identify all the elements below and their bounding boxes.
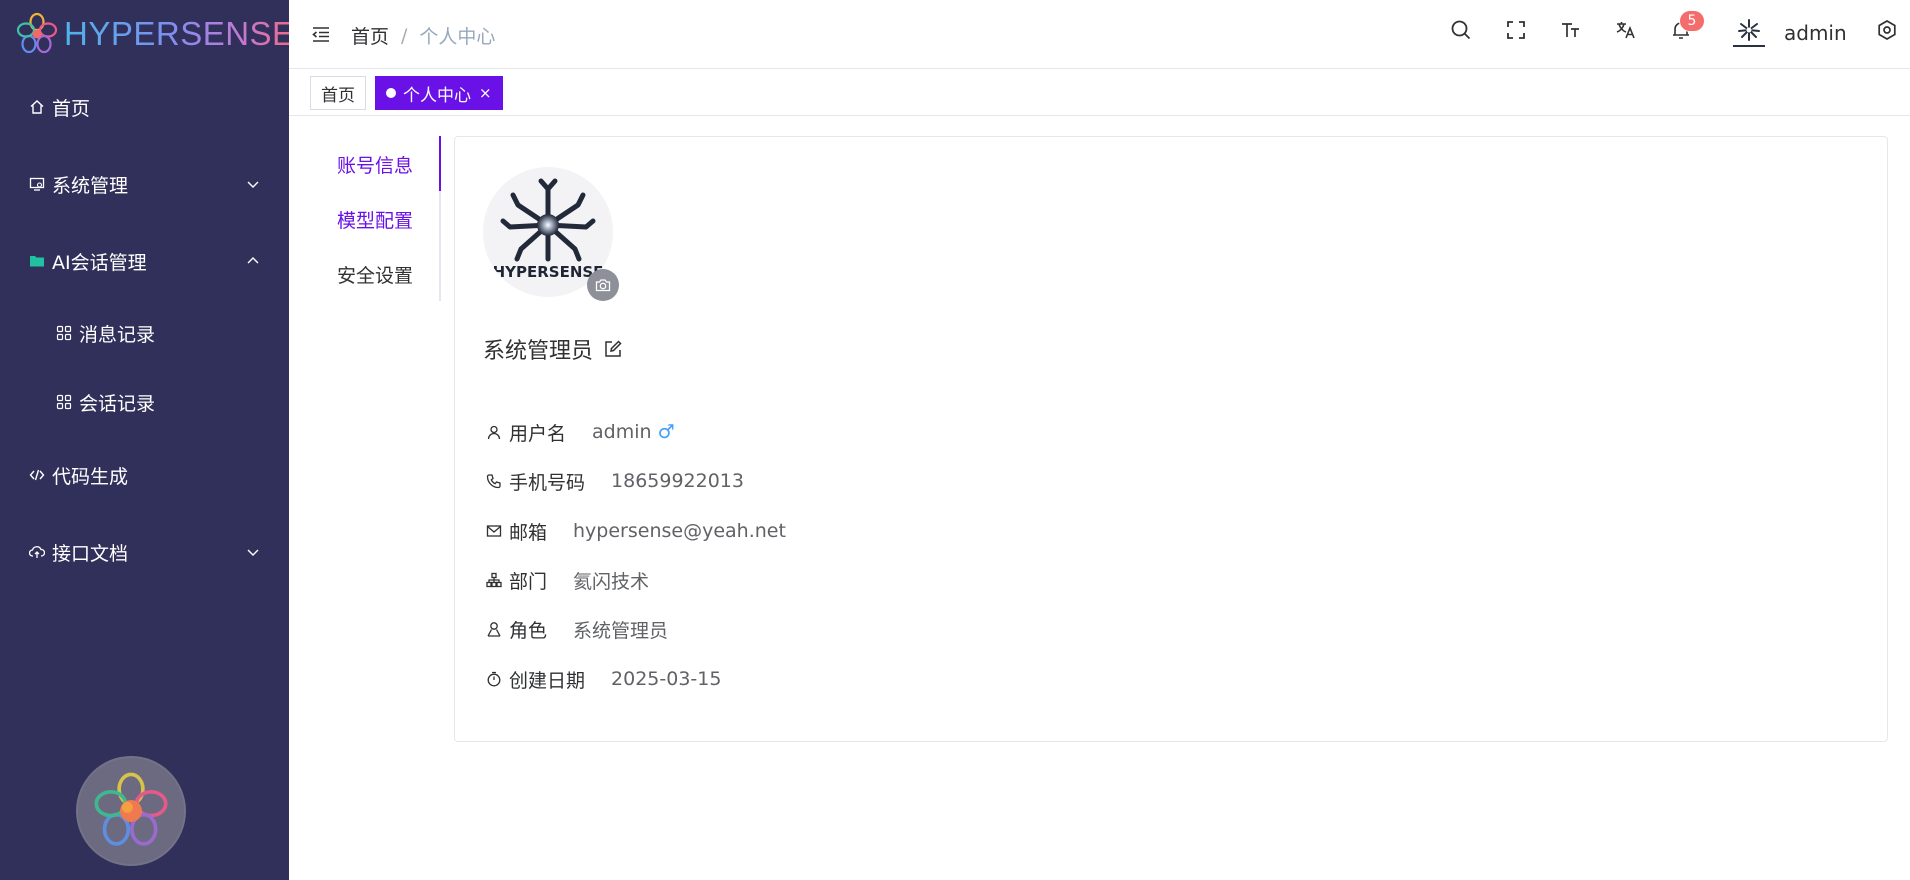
tab-account-info[interactable]: 账号信息 <box>337 139 413 189</box>
info-row-email: 邮箱 hypersense@yeah.net <box>485 516 786 546</box>
font-size-icon[interactable] <box>1559 18 1583 42</box>
field-label: 部门 <box>509 570 548 593</box>
tag-profile[interactable]: 个人中心 × <box>375 76 503 110</box>
nickname: 系统管理员 <box>483 333 623 365</box>
sidebar-item-label: 系统管理 <box>52 174 129 197</box>
field-label: 邮箱 <box>509 521 548 544</box>
breadcrumb: 首页 / 个人中心 <box>351 22 495 49</box>
chevron-down-icon <box>247 181 259 188</box>
tags-view: 首页 个人中心 × <box>289 68 1910 116</box>
sidebar-item-label: 首页 <box>52 97 91 120</box>
info-row-created-date: 创建日期 2025-03-15 <box>485 664 721 694</box>
field-value: 氦闪技术 <box>573 570 650 593</box>
edit-icon[interactable] <box>603 339 623 359</box>
org-icon <box>485 571 503 589</box>
folder-icon <box>28 252 46 270</box>
grid-icon <box>55 393 73 411</box>
camera-icon <box>595 279 611 292</box>
sidebar-item-label: 代码生成 <box>52 465 129 488</box>
info-row-username: 用户名 admin ♂ <box>485 417 675 447</box>
sidebar-item-home[interactable]: 首页 <box>0 79 289 135</box>
fullscreen-icon[interactable] <box>1504 18 1528 42</box>
home-icon <box>28 98 46 116</box>
profile-card: HYPERSENSE 系统管理员 用户名 admin ♂ 手机号码 186599… <box>454 136 1888 742</box>
sidebar-item-label: AI会话管理 <box>52 251 147 274</box>
brand-logo[interactable]: HYPERSENSE <box>14 12 295 56</box>
field-value: 18659922013 <box>611 470 744 492</box>
avatar-text: HYPERSENSE <box>493 263 604 281</box>
hypersense-avatar-icon <box>1733 19 1765 47</box>
sidebar-item-label: 接口文档 <box>52 542 129 565</box>
sidebar-item-session-records[interactable]: 会话记录 <box>0 374 289 430</box>
collapse-menu-icon[interactable] <box>311 24 331 44</box>
field-value: 2025-03-15 <box>611 668 722 690</box>
settings-icon[interactable] <box>1875 18 1899 42</box>
sidebar-item-label: 消息记录 <box>79 323 156 346</box>
tag-label: 首页 <box>321 85 355 106</box>
flower-logo-icon <box>94 772 168 846</box>
search-icon[interactable] <box>1449 18 1473 42</box>
grid-icon <box>55 324 73 342</box>
breadcrumb-separator: / <box>401 24 408 47</box>
sidebar-item-codegen[interactable]: 代码生成 <box>0 447 289 503</box>
sidebar-item-label: 会话记录 <box>79 392 156 415</box>
chevron-down-icon <box>247 549 259 556</box>
tab-security-settings[interactable]: 安全设置 <box>337 249 413 299</box>
field-value: admin <box>592 421 652 443</box>
avatar[interactable] <box>1729 16 1769 52</box>
sidebar-item-api-docs[interactable]: 接口文档 <box>0 524 289 580</box>
active-dot <box>386 88 396 98</box>
chevron-up-icon <box>247 257 259 264</box>
top-navbar: 首页 / 个人中心 5 admin <box>289 0 1910 68</box>
role-icon <box>485 620 503 638</box>
monitor-icon <box>28 175 46 193</box>
field-label: 创建日期 <box>509 669 586 692</box>
camera-button[interactable] <box>587 269 619 301</box>
field-value: hypersense@yeah.net <box>573 520 786 542</box>
sidebar: HYPERSENSE 首页 系统管理 AI会话管理 消息记录 会话记录 代码生成… <box>0 0 294 880</box>
brand-name: HYPERSENSE <box>64 15 295 52</box>
phone-icon <box>485 472 503 490</box>
sidebar-item-system[interactable]: 系统管理 <box>0 156 289 212</box>
nickname-text: 系统管理员 <box>483 339 594 364</box>
info-row-phone: 手机号码 18659922013 <box>485 466 744 496</box>
active-tab-indicator <box>439 136 441 191</box>
user-name[interactable]: admin <box>1784 21 1847 45</box>
breadcrumb-current: 个人中心 <box>419 26 496 48</box>
timer-icon <box>485 670 503 688</box>
tag-label: 个人中心 <box>403 85 471 106</box>
cloud-icon <box>28 543 46 561</box>
app-root: HYPERSENSE 首页 系统管理 AI会话管理 消息记录 会话记录 代码生成… <box>0 0 1910 880</box>
field-label: 角色 <box>509 619 548 642</box>
code-icon <box>28 466 46 484</box>
breadcrumb-home[interactable]: 首页 <box>351 22 389 49</box>
field-label: 手机号码 <box>509 471 586 494</box>
info-row-role: 角色 系统管理员 <box>485 614 668 644</box>
flower-logo-icon <box>16 12 58 54</box>
mail-icon <box>485 522 503 540</box>
close-icon[interactable]: × <box>479 84 492 102</box>
tab-model-config[interactable]: 模型配置 <box>337 194 413 244</box>
notification-badge: 5 <box>1679 10 1705 32</box>
tag-home[interactable]: 首页 <box>310 76 366 110</box>
user-icon <box>485 423 503 441</box>
profile-tabs: 账号信息 模型配置 安全设置 <box>289 136 441 301</box>
info-row-department: 部门 氦闪技术 <box>485 565 649 595</box>
assistant-logo[interactable] <box>76 756 186 866</box>
translate-icon[interactable] <box>1614 18 1638 42</box>
sidebar-item-message-records[interactable]: 消息记录 <box>0 305 289 361</box>
field-value: 系统管理员 <box>573 619 669 642</box>
sidebar-item-ai-session[interactable]: AI会话管理 <box>0 233 289 289</box>
field-label: 用户名 <box>509 422 567 445</box>
gender-male-icon: ♂ <box>657 421 675 443</box>
